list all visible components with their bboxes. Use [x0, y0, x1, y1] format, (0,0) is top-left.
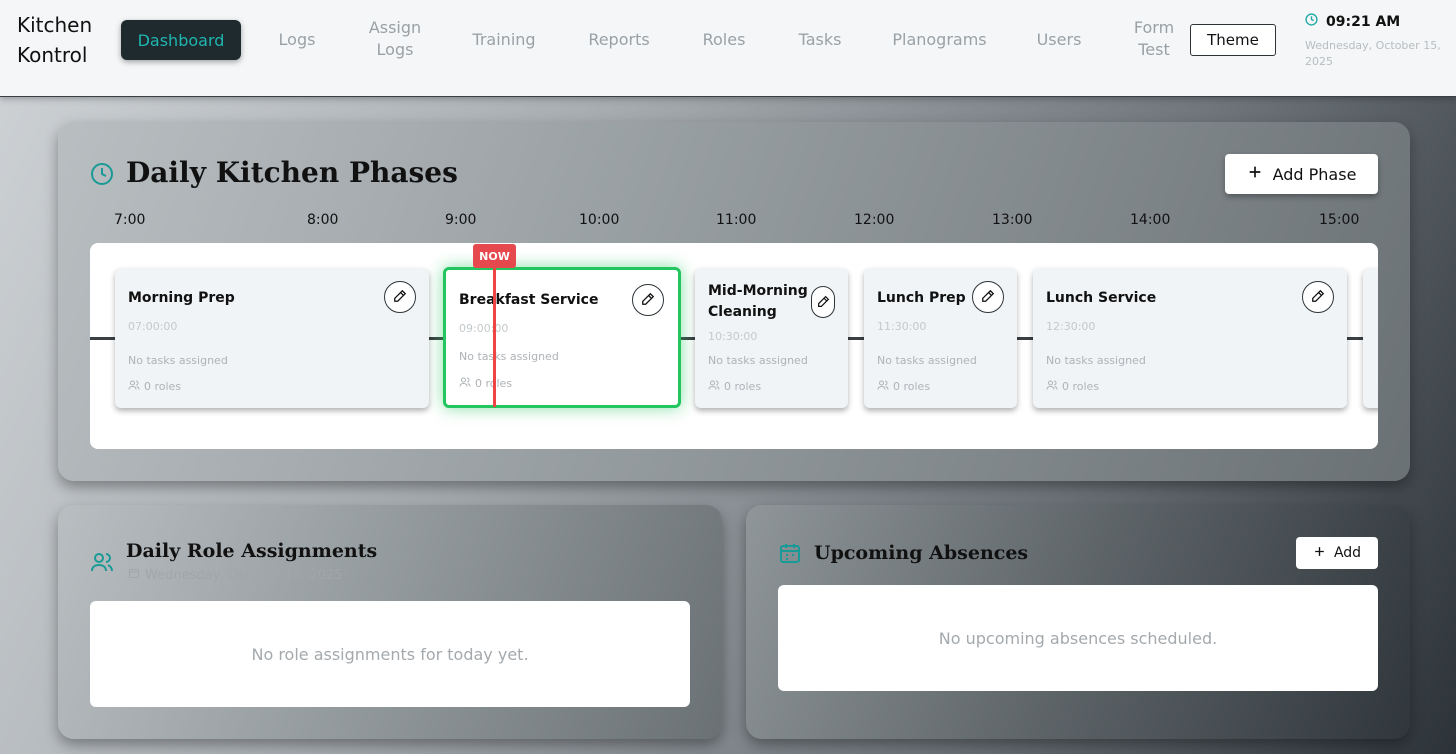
nav-users[interactable]: Users — [1024, 29, 1094, 51]
add-phase-label: Add Phase — [1272, 164, 1357, 184]
phase-time: 12:30:00 — [1046, 320, 1096, 333]
calendar-icon — [128, 567, 140, 583]
clock-icon — [90, 162, 114, 190]
phase-card-breakfast-service[interactable]: Breakfast Service 09:00:00 No tasks assi… — [443, 267, 681, 408]
add-phase-button[interactable]: Add Phase — [1225, 154, 1378, 194]
users-icon — [128, 379, 140, 394]
add-absence-label: Add — [1333, 545, 1362, 561]
edit-phase-button[interactable] — [1302, 281, 1334, 313]
nav-assign-logs-label: Assign Logs — [368, 18, 422, 59]
phase-name: Lunch Prep — [877, 290, 966, 306]
users-icon — [1046, 379, 1058, 394]
users-icon — [459, 376, 471, 391]
phase-time: 11:30:00 — [877, 320, 927, 333]
role-assignments-empty: No role assignments for today yet. — [90, 601, 690, 707]
phase-roles: 0 roles — [459, 376, 512, 391]
phase-name: Lunch Service — [1046, 290, 1157, 306]
phase-roles: 0 roles — [128, 379, 181, 394]
now-indicator-line — [493, 267, 496, 407]
plus-icon — [1313, 545, 1326, 562]
brand-line-1: Kitchen — [17, 13, 93, 37]
phase-tasks: No tasks assigned — [708, 354, 808, 367]
calendar-icon — [778, 541, 802, 569]
phase-tasks: No tasks assigned — [459, 350, 559, 363]
phase-card-morning-prep[interactable]: Morning Prep 07:00:00 No tasks assigned … — [115, 268, 429, 408]
brand-line-2: Kontrol — [17, 43, 88, 67]
nav-form-test-label: Form Test — [1133, 18, 1175, 59]
phase-time: 10:30:00 — [708, 330, 758, 343]
phase-time: 09:00:00 — [459, 322, 509, 335]
hour-label: 13:00 — [992, 212, 1033, 228]
role-assignments-title: Daily Role Assignments — [126, 540, 378, 562]
phase-time: 07:00:00 — [128, 320, 178, 333]
top-navbar: Kitchen Kontrol Dashboard Logs Assign Lo… — [0, 0, 1456, 97]
absences-title: Upcoming Absences — [814, 542, 1029, 564]
nav-roles[interactable]: Roles — [694, 29, 754, 51]
phase-tasks: No tasks assigned — [1046, 354, 1146, 367]
nav-reports[interactable]: Reports — [579, 29, 659, 51]
phase-roles: 0 roles — [1046, 379, 1099, 394]
nav-dashboard[interactable]: Dashboard — [121, 20, 241, 60]
hour-label: 14:00 — [1130, 212, 1171, 228]
phase-timeline: Morning Prep 07:00:00 No tasks assigned … — [90, 243, 1378, 449]
app-logo[interactable]: Kitchen Kontrol — [17, 10, 92, 70]
pencil-icon — [1311, 288, 1325, 307]
hour-label: 11:00 — [716, 212, 757, 228]
role-assignments-date: Wednesday, October 15, 2025 — [128, 567, 343, 583]
add-absence-button[interactable]: Add — [1296, 537, 1378, 569]
current-date: Wednesday, October 15, 2025 — [1305, 39, 1441, 68]
plus-icon — [1247, 164, 1263, 184]
edit-phase-button[interactable] — [811, 286, 835, 318]
nav-planograms[interactable]: Planograms — [887, 29, 992, 51]
pencil-icon — [393, 288, 407, 307]
pencil-icon — [817, 293, 830, 312]
phase-name: Breakfast Service — [459, 292, 599, 308]
nav-training[interactable]: Training — [464, 29, 544, 51]
phase-card-lunch-service[interactable]: Lunch Service 12:30:00 No tasks assigned… — [1033, 268, 1347, 408]
phase-roles: 0 roles — [877, 379, 930, 394]
hour-label: 9:00 — [445, 212, 477, 228]
hour-label: 7:00 — [114, 212, 146, 228]
phase-roles: 0 roles — [708, 379, 761, 394]
nav-form-test[interactable]: Form Test — [1124, 17, 1184, 61]
edit-phase-button[interactable] — [384, 281, 416, 313]
pencil-icon — [981, 288, 995, 307]
absences-empty: No upcoming absences scheduled. — [778, 585, 1378, 691]
hour-label: 15:00 — [1319, 212, 1360, 228]
phase-card-lunch-prep[interactable]: Lunch Prep 11:30:00 No tasks assigned 0 … — [864, 268, 1017, 408]
clock-icon — [1305, 13, 1318, 30]
hour-label: 12:00 — [854, 212, 895, 228]
nav-tasks[interactable]: Tasks — [790, 29, 850, 51]
now-badge: NOW — [473, 244, 516, 268]
clock-widget: 09:21 AM Wednesday, October 15, 2025 — [1305, 13, 1445, 70]
phase-card-partial[interactable] — [1363, 268, 1378, 408]
phase-name: Morning Prep — [128, 290, 235, 306]
pencil-icon — [641, 291, 655, 310]
hour-label: 10:00 — [579, 212, 620, 228]
phase-name: Mid-Morning Cleaning — [708, 283, 808, 320]
current-time: 09:21 AM — [1326, 13, 1401, 30]
users-icon — [708, 379, 720, 394]
phase-tasks: No tasks assigned — [128, 354, 228, 367]
nav-assign-logs[interactable]: Assign Logs — [355, 17, 435, 61]
theme-button[interactable]: Theme — [1190, 24, 1276, 56]
users-icon — [90, 550, 114, 578]
edit-phase-button[interactable] — [972, 281, 1004, 313]
phase-card-mid-morning-cleaning[interactable]: Mid-Morning Cleaning 10:30:00 No tasks a… — [695, 268, 848, 408]
edit-phase-button[interactable] — [632, 284, 664, 316]
phases-title: Daily Kitchen Phases — [126, 156, 458, 189]
nav-logs[interactable]: Logs — [262, 29, 332, 51]
users-icon — [877, 379, 889, 394]
hour-label: 8:00 — [307, 212, 339, 228]
phase-tasks: No tasks assigned — [877, 354, 977, 367]
